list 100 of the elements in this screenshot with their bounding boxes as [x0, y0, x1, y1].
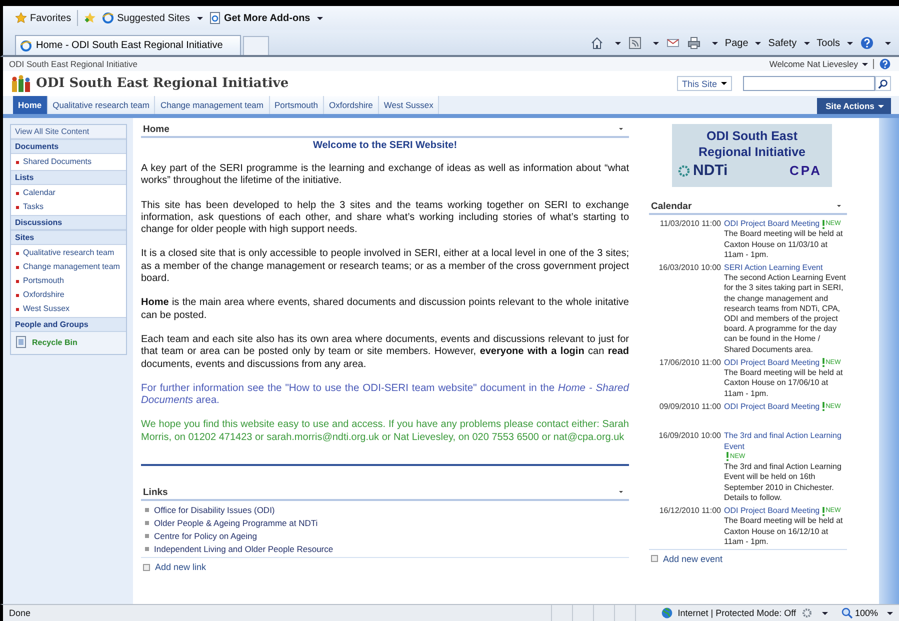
quick-launch-heading[interactable]: People and Groups — [11, 317, 126, 332]
bullet-icon — [145, 547, 149, 552]
paragraph: It is a closed site that is only accessible to people involved in SERI, either at a local level in one of the 3 sites; as a member of the change management or research teams; or as a member of the cross government project board. — [141, 248, 629, 286]
web-part-title: Links — [143, 486, 168, 498]
caret-icon[interactable] — [652, 42, 659, 44]
nav-tab[interactable]: Home — [13, 96, 48, 114]
search-field[interactable] — [743, 76, 875, 91]
caret-icon[interactable] — [614, 42, 621, 44]
command-menu[interactable]: Safety — [768, 38, 810, 48]
quick-launch-link[interactable]: Oxfordshire — [23, 290, 64, 300]
event-title-link[interactable]: The 3rd and final Action Learning Event — [724, 431, 848, 452]
quick-launch-link[interactable]: Qualitative research team — [23, 248, 114, 258]
security-zone-text: Internet | Protected Mode: Off — [678, 608, 796, 618]
paragraph: For further information see the "How to use the ODI-SERI team website" document in the Home - Shared Documents area. — [141, 382, 629, 408]
globe-icon — [660, 607, 673, 619]
quick-launch-link[interactable]: West Sussex — [23, 304, 70, 314]
welcome-menu[interactable]: Welcome Nat Lievesley — [769, 59, 868, 69]
add-new-link[interactable]: Add new link — [155, 562, 206, 572]
home-icon[interactable] — [590, 36, 604, 50]
suggested-sites-button[interactable]: Suggested Sites — [102, 12, 203, 24]
mail-icon[interactable] — [666, 36, 680, 50]
zoom-button[interactable]: 100% — [840, 607, 878, 619]
exclamation-icon — [822, 220, 825, 229]
add-icon — [143, 564, 150, 571]
caret-icon[interactable] — [712, 42, 718, 44]
quick-launch-heading[interactable]: Lists — [11, 170, 126, 185]
quick-launch-link[interactable]: Change management team — [23, 262, 120, 272]
search-scope-dropdown[interactable]: This Site — [676, 76, 732, 91]
search-button[interactable] — [875, 76, 891, 91]
caret-icon — [755, 42, 762, 44]
event-title-link[interactable]: ODI Project Board Meeting — [724, 358, 820, 368]
paragraph: A key part of the SERI programme is the learning and exchange of ideas as well as information about “what works” throughout the lifetime of the initiative. — [141, 163, 629, 188]
help-icon[interactable] — [860, 36, 874, 50]
nav-tab[interactable]: Oxfordshire — [324, 96, 379, 114]
quick-launch-heading[interactable]: Discussions — [11, 215, 126, 230]
quick-launch-heading[interactable]: Sites — [11, 230, 126, 245]
add-icon — [651, 555, 658, 562]
welcome-heading: Welcome to the SERI Website! — [312, 140, 458, 151]
site-actions-button[interactable]: Site Actions — [817, 98, 891, 114]
event-date: 11/03/2010 11:00 — [658, 219, 721, 230]
event-title-link[interactable]: ODI Project Board Meeting — [724, 506, 820, 516]
settings-icon[interactable] — [800, 607, 813, 619]
people-logo-icon — [11, 74, 31, 92]
view-all-link[interactable]: View All Site Content — [11, 125, 126, 139]
favorites-button[interactable]: Favorites — [15, 12, 72, 24]
event-date: 17/06/2010 11:00 — [658, 358, 721, 369]
caret-icon[interactable] — [887, 612, 893, 614]
web-part-title: Home — [143, 124, 170, 134]
add-new-event[interactable]: Add new event — [663, 554, 723, 564]
event-title-link[interactable]: SERI Action Learning Event — [724, 263, 823, 274]
nav-tab[interactable]: West Sussex — [378, 96, 440, 114]
help-icon[interactable] — [879, 58, 891, 70]
exclamation-icon — [822, 402, 825, 412]
quick-launch-link[interactable]: Shared Documents — [23, 157, 92, 167]
add-ons-button[interactable]: Get More Add-ons — [208, 12, 324, 24]
bullet-icon — [145, 521, 149, 526]
link[interactable]: Office for Disability Issues (ODI) — [154, 505, 275, 516]
quick-launch-link[interactable]: Tasks — [23, 202, 44, 212]
caret-icon — [317, 16, 324, 20]
breadcrumb-link[interactable]: ODI South East Regional Initiative — [9, 59, 138, 69]
event-title-link[interactable]: ODI Project Board Meeting — [724, 219, 820, 230]
caret-icon[interactable] — [822, 612, 828, 614]
recycle-bin-link[interactable]: Recycle Bin — [32, 338, 78, 346]
event-title-link[interactable]: ODI Project Board Meeting — [724, 402, 820, 412]
bullet-icon — [145, 534, 149, 538]
recycle-bin-icon — [15, 336, 27, 348]
link[interactable]: Centre for Policy on Ageing — [154, 531, 258, 542]
bullet-icon — [16, 206, 19, 209]
quick-launch-link[interactable]: Portsmouth — [23, 276, 64, 286]
quick-launch-link[interactable]: Calendar — [23, 188, 56, 198]
add-favorite-icon[interactable] — [84, 12, 96, 24]
web-part-title: Calendar — [651, 200, 692, 212]
event-date: 16/09/2010 10:00 — [658, 431, 721, 442]
status-text: Done — [9, 608, 31, 618]
caret-icon — [804, 42, 810, 44]
caret-icon — [878, 104, 884, 108]
quick-launch-heading[interactable]: Documents — [11, 139, 126, 154]
browser-tab[interactable]: Home - ODI South East Regional Initiative — [15, 35, 241, 55]
feed-icon[interactable] — [628, 36, 642, 50]
caret-icon[interactable] — [885, 42, 891, 44]
logo-title: ODI South East — [706, 128, 798, 144]
nav-tab[interactable]: Portsmouth — [270, 96, 324, 114]
event-description: The 3rd and final Action Learning Event will be held on 16th September 2010 in Chichester. Details to follow. — [724, 462, 842, 503]
nav-tab[interactable]: Qualitative research team — [48, 96, 156, 114]
event-date: 09/09/2010 11:00 — [658, 402, 721, 412]
bullet-icon — [145, 508, 149, 512]
command-menu[interactable]: Page — [724, 38, 762, 48]
paragraph: Each team and each site also has its own area where documents, events and discussions relevant to just for that team or area can be posted only by team or site members. However, everyone with a login can read documents, events and discussions from any area. — [141, 334, 629, 371]
caret-icon — [862, 62, 868, 66]
printer-icon[interactable] — [686, 36, 701, 50]
nav-tab[interactable]: Change management team — [155, 96, 270, 114]
bullet-icon — [16, 161, 19, 164]
event-date: 16/03/2010 10:00 — [658, 263, 721, 274]
page-icon — [208, 12, 221, 24]
command-menu[interactable]: Tools — [816, 38, 853, 48]
bullet-icon — [16, 308, 19, 311]
link[interactable]: Older People & Ageing Programme at NDTi — [154, 518, 318, 528]
bullet-icon — [16, 294, 19, 297]
web-part-menu-icon[interactable] — [619, 491, 623, 494]
link[interactable]: Independent Living and Older People Resource — [154, 544, 334, 554]
